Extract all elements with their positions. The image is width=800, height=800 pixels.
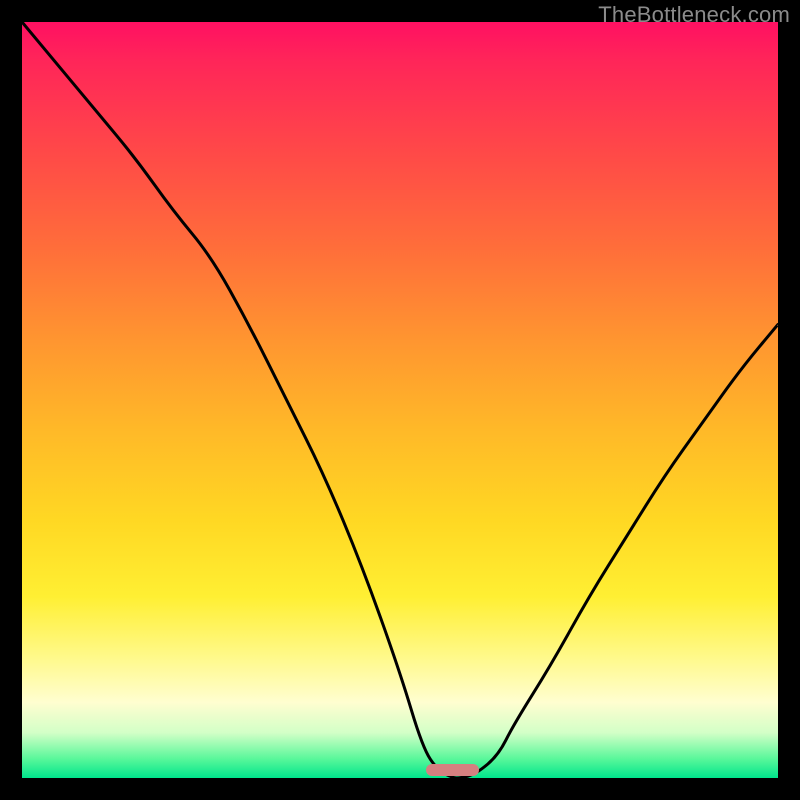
plot-area <box>22 22 778 778</box>
chart-frame: TheBottleneck.com <box>0 0 800 800</box>
curve-path <box>22 22 778 778</box>
optimal-marker <box>426 764 479 776</box>
bottleneck-curve <box>22 22 778 778</box>
